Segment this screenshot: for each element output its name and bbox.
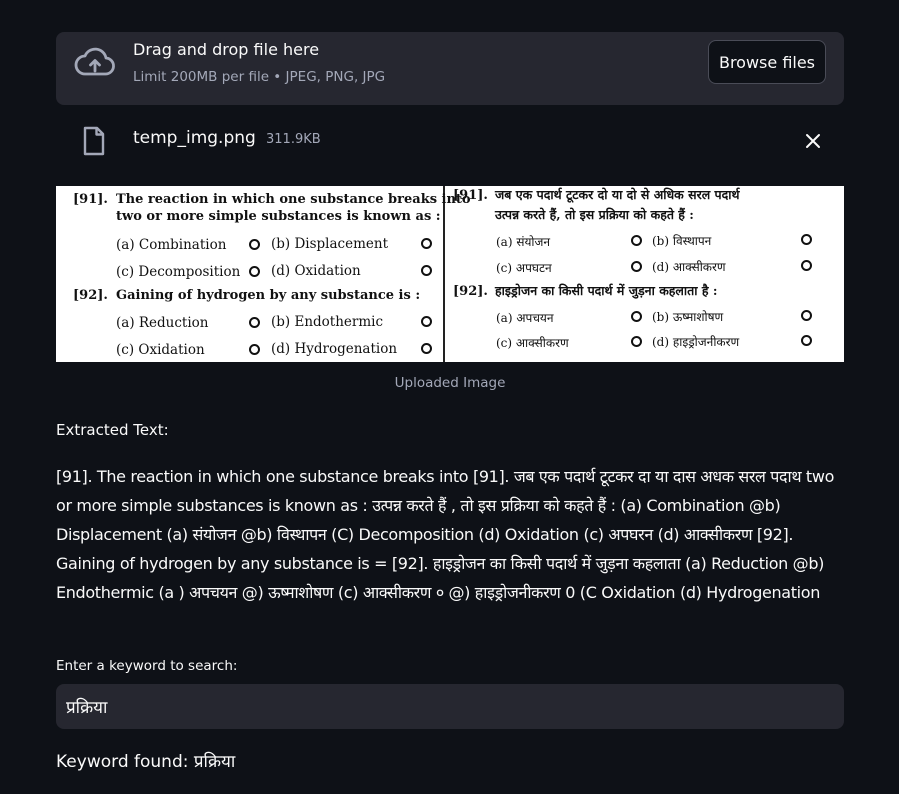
radio-icon xyxy=(421,238,432,249)
extracted-text-body: [91]. The reaction in which one substanc… xyxy=(56,467,835,602)
image-hi-q92-option-b: (b) ऊष्माशोषण xyxy=(652,310,724,324)
radio-icon xyxy=(631,336,642,347)
keyword-search-input[interactable] xyxy=(56,684,844,729)
image-q92-option-b: (b) Endothermic xyxy=(271,314,384,330)
app-root: Drag and drop file here Limit 200MB per … xyxy=(0,0,899,794)
cloud-upload-icon xyxy=(74,47,115,76)
file-size: 311.9KB xyxy=(266,132,321,147)
extracted-text-label: Extracted Text: xyxy=(56,421,169,439)
radio-icon xyxy=(421,316,432,327)
uploaded-image: [91]. The reaction in which one substanc… xyxy=(56,186,844,362)
radio-icon xyxy=(249,344,260,355)
image-column-divider xyxy=(443,186,445,362)
image-q92-line1: Gaining of hydrogen by any substance is … xyxy=(116,288,421,303)
image-hi-q91-option-b: (b) विस्थापन xyxy=(652,234,712,248)
image-q91-option-a: (a) Combination xyxy=(116,237,227,253)
radio-icon xyxy=(801,234,812,245)
image-q92-option-a: (a) Reduction xyxy=(116,315,209,331)
image-q92-option-d: (d) Hydrogenation xyxy=(271,341,398,357)
image-hi-q92-option-c: (c) आक्सीकरण xyxy=(496,336,569,350)
image-q92-option-c: (c) Oxidation xyxy=(116,342,205,358)
keyword-search-label: Enter a keyword to search: xyxy=(56,658,238,674)
image-hi-q91-line1: जब एक पदार्थ टूटकर दो या दो से अधिक सरल … xyxy=(495,187,740,202)
image-hi-q91-option-a: (a) संयोजन xyxy=(496,235,551,249)
radio-icon xyxy=(631,261,642,272)
close-icon[interactable] xyxy=(803,131,823,151)
image-q91-line1: The reaction in which one substance brea… xyxy=(116,192,471,207)
radio-icon xyxy=(631,311,642,322)
radio-icon xyxy=(801,260,812,271)
keyword-found-result: Keyword found: प्रक्रिया xyxy=(56,752,236,772)
image-hi-q91-line2: उत्पन्न करते हैं, तो इस प्रक्रिया को कहत… xyxy=(495,207,694,222)
image-q91-option-b: (b) Displacement xyxy=(271,236,389,252)
image-q91-option-d: (d) Oxidation xyxy=(271,263,361,279)
image-q92-number: [92]. xyxy=(73,288,108,303)
dropzone-title: Drag and drop file here xyxy=(133,40,320,59)
image-hi-q91-option-c: (c) अपघटन xyxy=(496,261,552,275)
image-hi-q92-option-a: (a) अपचयन xyxy=(496,311,554,325)
file-icon xyxy=(83,126,105,156)
image-hi-q92-number: [92]. xyxy=(453,284,488,299)
radio-icon xyxy=(249,317,260,328)
browse-files-button[interactable]: Browse files xyxy=(708,40,826,84)
uploaded-file-row: temp_img.png 311.9KB xyxy=(56,118,844,164)
image-q91-line2: two or more simple substances is known a… xyxy=(116,209,441,224)
dropzone-limit-text: Limit 200MB per file • JPEG, PNG, JPG xyxy=(133,69,386,85)
radio-icon xyxy=(801,335,812,346)
image-q91-number: [91]. xyxy=(73,192,108,207)
image-hi-q91-number: [91]. xyxy=(453,188,488,203)
image-hi-q92-line1: हाइड्रोजन का किसी पदार्थ में जुड़ना कहला… xyxy=(495,283,718,298)
image-q91-option-c: (c) Decomposition xyxy=(116,264,241,280)
file-dropzone[interactable]: Drag and drop file here Limit 200MB per … xyxy=(56,32,844,105)
radio-icon xyxy=(631,235,642,246)
radio-icon xyxy=(249,239,260,250)
image-caption: Uploaded Image xyxy=(394,375,506,391)
image-hi-q91-option-d: (d) आक्सीकरण xyxy=(652,260,726,274)
radio-icon xyxy=(249,266,260,277)
file-name: temp_img.png xyxy=(133,128,256,148)
image-hi-q92-option-d: (d) हाइड्रोजनीकरण xyxy=(652,335,740,349)
radio-icon xyxy=(801,310,812,321)
radio-icon xyxy=(421,343,432,354)
radio-icon xyxy=(421,265,432,276)
